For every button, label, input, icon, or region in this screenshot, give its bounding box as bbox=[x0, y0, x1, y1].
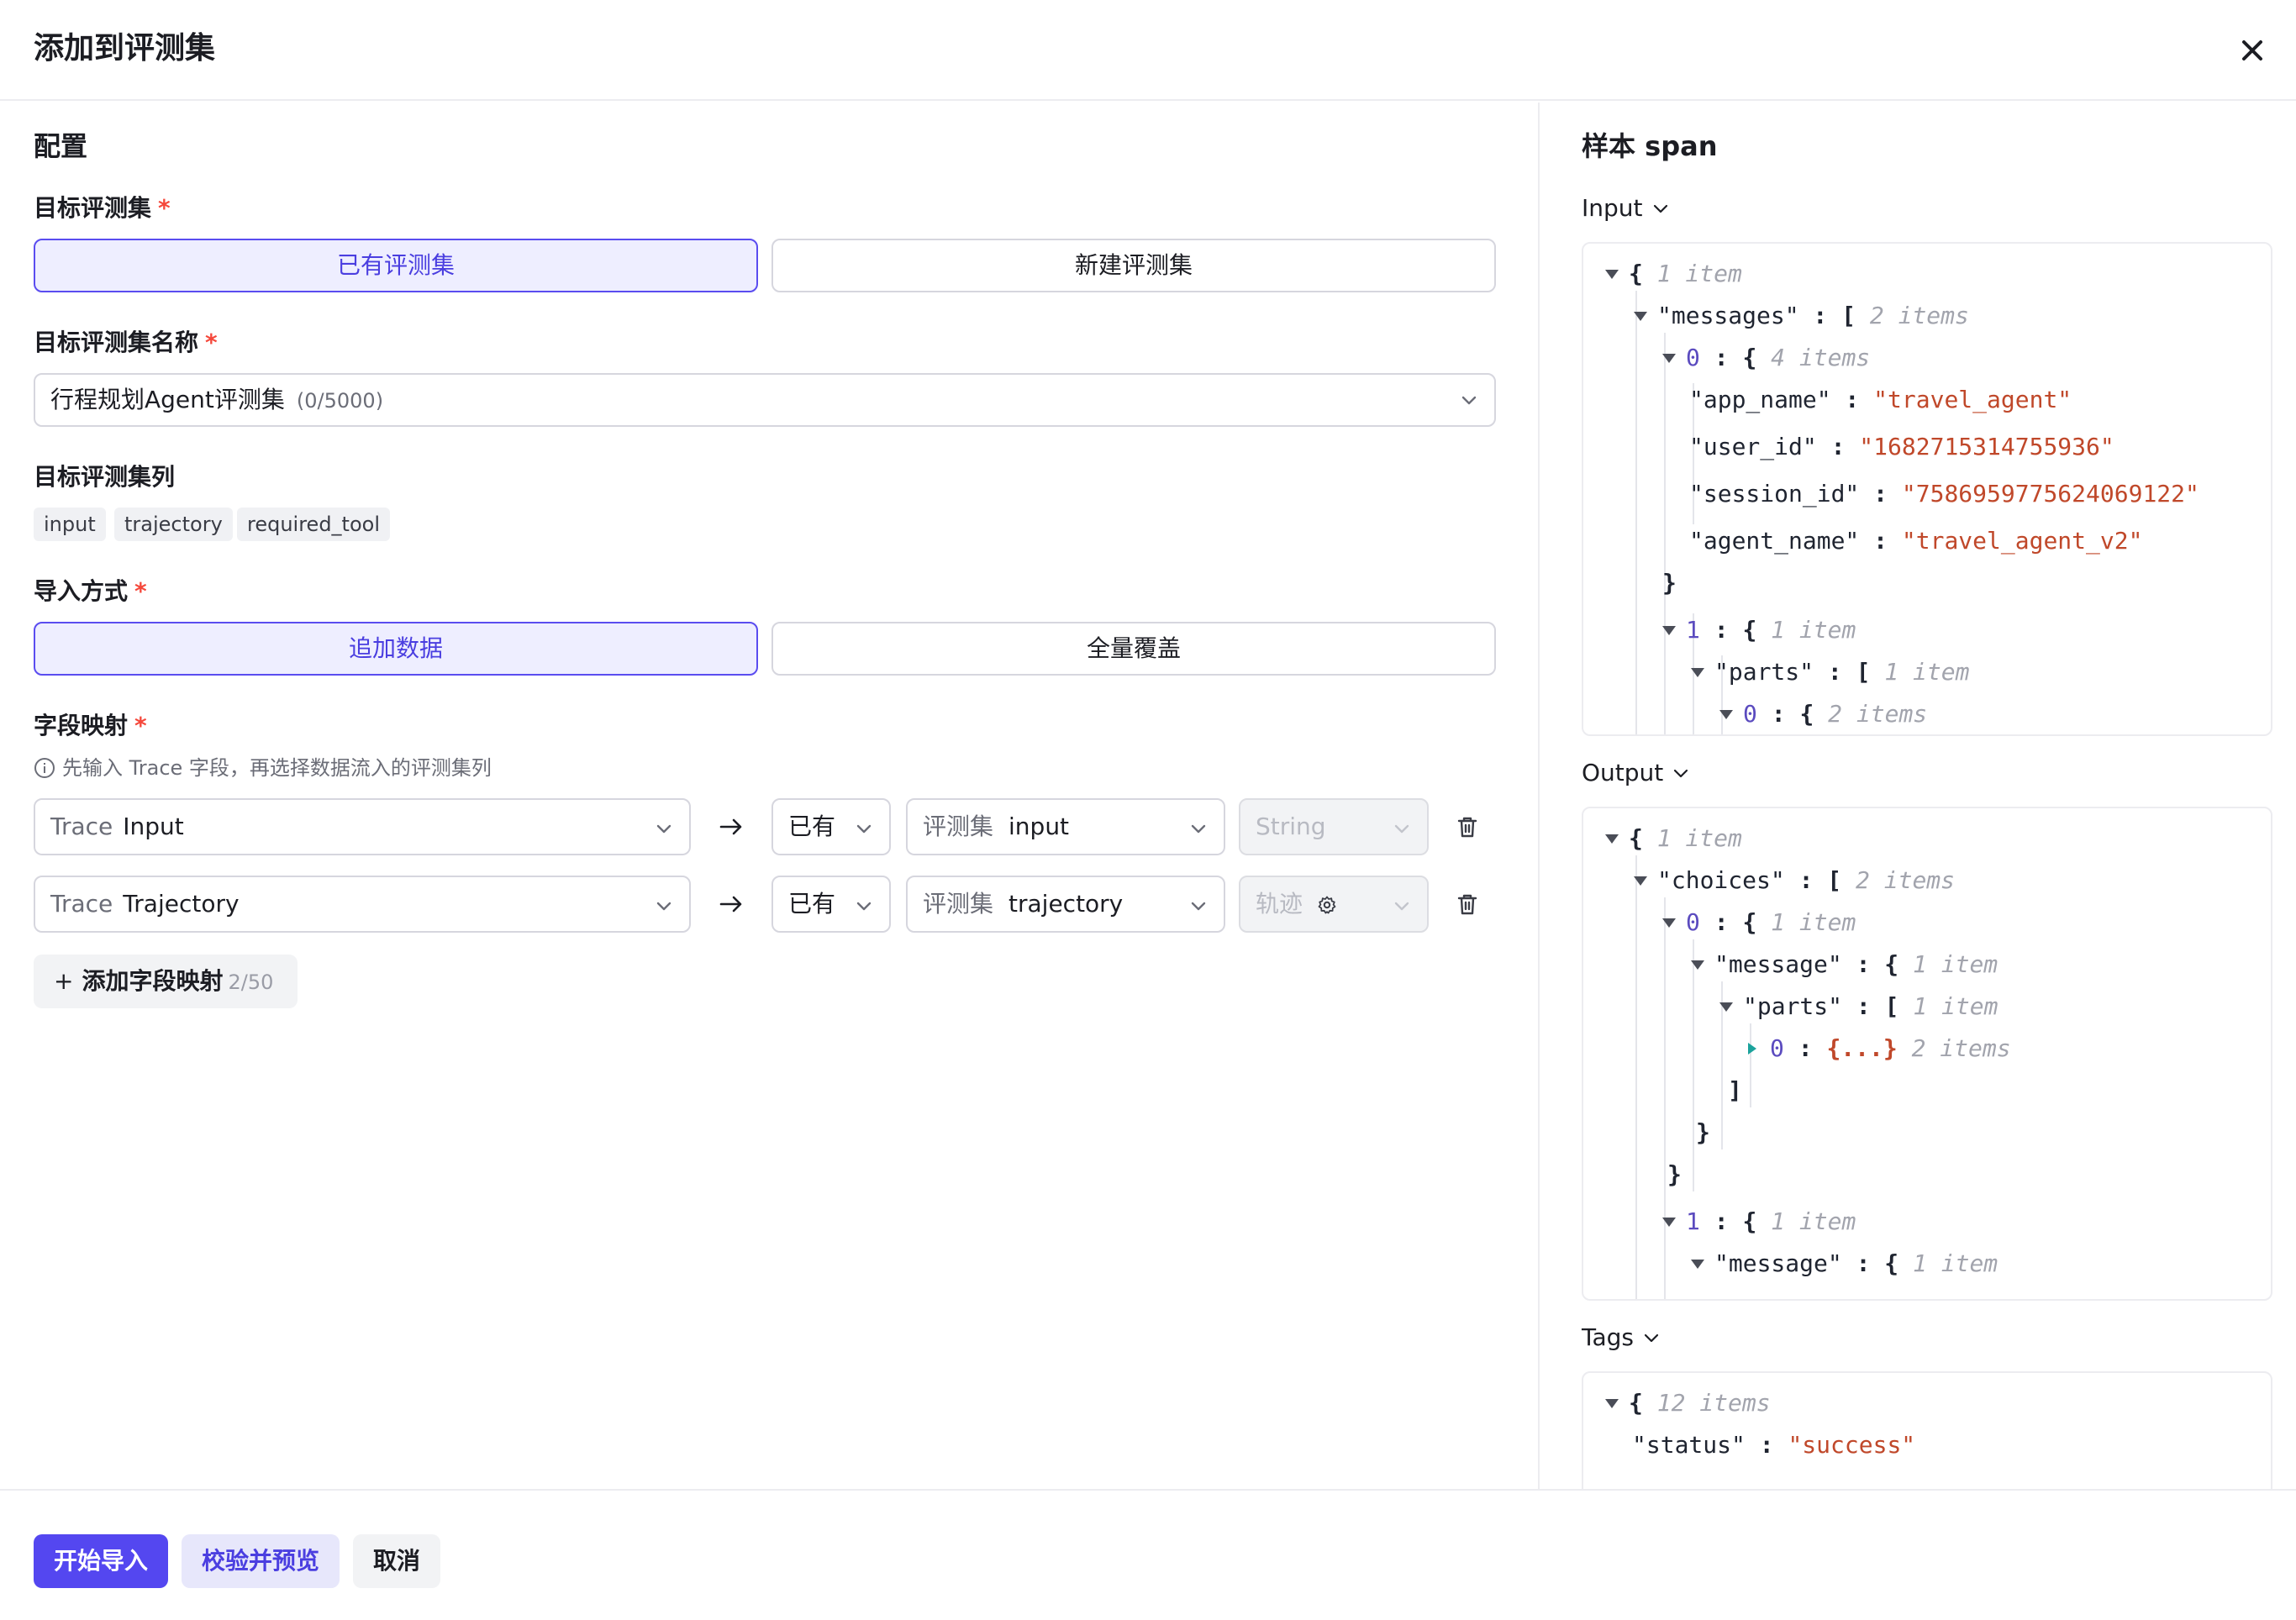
json-node: } bbox=[1667, 1160, 1682, 1188]
json-node: "parts" : [ 1 item bbox=[1691, 655, 1969, 689]
config-section-title: 配置 bbox=[34, 130, 88, 162]
existing-dataset-button[interactable]: 已有评测集 bbox=[34, 239, 758, 292]
dataset-name-count: (0/5000) bbox=[296, 389, 384, 413]
config-panel: 配置 目标评测集 * 已有评测集 新建评测集 目标评测集名称 * 行程规划Agent… bbox=[0, 103, 1538, 1489]
chevron-down-icon bbox=[656, 902, 671, 911]
json-node: } bbox=[1696, 1118, 1710, 1146]
arrow-right-icon bbox=[719, 818, 742, 835]
chevron-down-icon bbox=[1461, 396, 1477, 405]
trash-icon[interactable] bbox=[1454, 891, 1481, 918]
column-tag-required-tool: required_tool bbox=[237, 508, 391, 541]
chevron-down-icon bbox=[856, 902, 872, 911]
chevron-down-icon bbox=[1191, 824, 1206, 834]
json-node: 1 : { 1 item bbox=[1662, 613, 1856, 647]
json-node: { 12 items bbox=[1605, 1386, 1771, 1420]
dataset-column-select-input[interactable]: 评测集 input bbox=[906, 798, 1225, 855]
cancel-button[interactable]: 取消 bbox=[353, 1534, 440, 1588]
dataset-columns-label: 目标评测集列 bbox=[34, 463, 176, 491]
overwrite-button[interactable]: 全量覆盖 bbox=[771, 622, 1496, 676]
json-node: "choices" : [ 2 items bbox=[1634, 864, 1955, 897]
chevron-down-icon bbox=[1644, 1333, 1659, 1343]
dataset-name-select[interactable]: 行程规划Agent评测集 (0/5000) bbox=[34, 373, 1496, 427]
import-mode-label: 导入方式 * bbox=[34, 577, 147, 605]
json-node: 0 : { 2 items bbox=[1719, 697, 1927, 731]
json-node: "status" : "success" bbox=[1632, 1431, 1916, 1459]
tags-json-viewer[interactable]: { 12 items "status" : "success" bbox=[1582, 1371, 2272, 1489]
column-type-select-1: String bbox=[1239, 798, 1429, 855]
trash-icon[interactable] bbox=[1454, 813, 1481, 840]
chevron-down-icon bbox=[856, 824, 872, 834]
dataset-name-label: 目标评测集名称 * bbox=[34, 329, 218, 356]
trace-field-select-trajectory[interactable]: Trace Trajectory bbox=[34, 876, 691, 933]
json-node-collapsed[interactable]: 0 : {...} 2 items bbox=[1748, 1032, 2011, 1065]
json-node: 1 : { 1 item bbox=[1662, 1205, 1856, 1239]
tags-section-toggle[interactable]: Tags bbox=[1582, 1321, 1661, 1354]
close-icon[interactable] bbox=[2234, 32, 2271, 69]
json-node: { 1 item bbox=[1605, 257, 1742, 291]
output-section-toggle[interactable]: Output bbox=[1582, 756, 1690, 790]
sample-panel: 样本 span Input { 1 item "messages" : [ 2 … bbox=[1540, 103, 2296, 1489]
output-json-viewer[interactable]: { 1 item "choices" : [ 2 items 0 : { 1 i… bbox=[1582, 807, 2272, 1301]
chevron-down-icon bbox=[656, 824, 671, 834]
dialog-title: 添加到评测集 bbox=[34, 31, 216, 66]
gear-icon[interactable] bbox=[1317, 895, 1337, 915]
json-node: 0 : { 4 items bbox=[1662, 341, 1870, 375]
column-tag-input: input bbox=[34, 508, 106, 541]
json-node: ] bbox=[1728, 1076, 1742, 1104]
input-section-toggle[interactable]: Input bbox=[1582, 192, 1670, 225]
json-node: "messages" : [ 2 items bbox=[1634, 299, 1969, 333]
add-field-mapping-button[interactable]: + 添加字段映射 2/50 bbox=[34, 955, 298, 1008]
chevron-down-icon bbox=[1191, 902, 1206, 911]
json-node: "message" : { 1 item bbox=[1691, 948, 1998, 981]
column-tag-trajectory: trajectory bbox=[114, 508, 233, 541]
target-dataset-label: 目标评测集 * bbox=[34, 194, 171, 222]
input-json-viewer[interactable]: { 1 item "messages" : [ 2 items 0 : { 4 … bbox=[1582, 242, 2272, 736]
dialog-footer: 开始导入 校验并预览 取消 bbox=[0, 1489, 2296, 1620]
arrow-right-icon bbox=[719, 896, 742, 913]
mapping-mode-select-1[interactable]: 已有 bbox=[771, 798, 891, 855]
chevron-down-icon bbox=[1674, 769, 1688, 778]
json-node: "parts" : [ 1 item bbox=[1719, 990, 1998, 1023]
json-node: 0 : { 1 item bbox=[1662, 906, 1856, 939]
json-node: "user_id" : "1682715314755936" bbox=[1689, 433, 2114, 460]
json-node: "app_name" : "travel_agent" bbox=[1689, 386, 2072, 413]
json-node: "message" : { 1 item bbox=[1691, 1247, 1998, 1281]
json-node: "agent_name" : "travel_agent_v2" bbox=[1689, 527, 2143, 555]
sample-span-title: 样本 span bbox=[1582, 130, 1718, 162]
dataset-name-value: 行程规划Agent评测集 bbox=[50, 386, 285, 413]
info-icon bbox=[34, 758, 55, 778]
chevron-down-icon bbox=[1394, 902, 1409, 911]
json-node: } bbox=[1662, 569, 1677, 597]
new-dataset-button[interactable]: 新建评测集 bbox=[771, 239, 1496, 292]
dataset-column-select-trajectory[interactable]: 评测集 trajectory bbox=[906, 876, 1225, 933]
json-node: { 1 item bbox=[1605, 822, 1742, 855]
json-node: "session_id" : "7586959775624069122" bbox=[1689, 480, 2199, 508]
start-import-button[interactable]: 开始导入 bbox=[34, 1534, 168, 1588]
field-mapping-label: 字段映射 * bbox=[34, 712, 147, 739]
mapping-mode-select-2[interactable]: 已有 bbox=[771, 876, 891, 933]
dialog-header: 添加到评测集 bbox=[0, 0, 2296, 101]
chevron-down-icon bbox=[1394, 824, 1409, 834]
append-data-button[interactable]: 追加数据 bbox=[34, 622, 758, 676]
column-type-select-2: 轨迹 bbox=[1239, 876, 1429, 933]
validate-preview-button[interactable]: 校验并预览 bbox=[182, 1534, 340, 1588]
chevron-down-icon bbox=[1653, 204, 1667, 213]
field-mapping-hint: 先输入 Trace 字段，再选择数据流入的评测集列 bbox=[34, 753, 492, 783]
trace-field-select-input[interactable]: Trace Input bbox=[34, 798, 691, 855]
